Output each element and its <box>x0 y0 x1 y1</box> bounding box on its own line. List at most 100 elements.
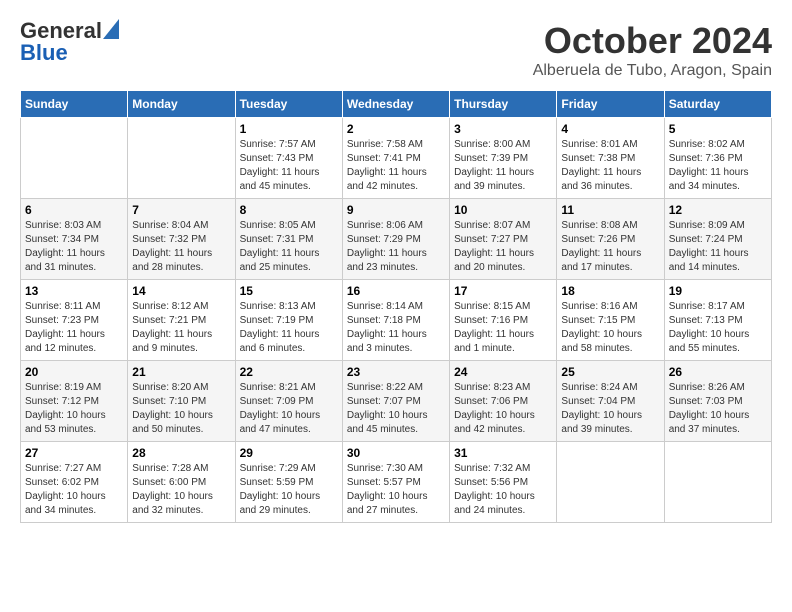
calendar-day-cell: 15 Sunrise: 8:13 AMSunset: 7:19 PMDayligh… <box>235 280 342 361</box>
day-info: Sunrise: 7:28 AMSunset: 6:00 PMDaylight:… <box>132 462 230 518</box>
month-title: October 2024 <box>533 20 772 62</box>
day-info: Sunrise: 8:15 AMSunset: 7:16 PMDaylight:… <box>454 300 552 356</box>
calendar-day-cell: 30Sunrise: 7:30 AMSunset: 5:57 PMDayligh… <box>342 442 449 523</box>
day-info: Sunrise: 8:03 AMSunset: 7:34 PMDaylight:… <box>25 219 123 275</box>
calendar-week-row: 6 Sunrise: 8:03 AMSunset: 7:34 PMDaylight… <box>21 199 772 280</box>
day-info: Sunrise: 8:02 AMSunset: 7:36 PMDaylight:… <box>669 138 767 194</box>
calendar-day-cell <box>664 442 771 523</box>
calendar-day-cell: 24 Sunrise: 8:23 AMSunset: 7:06 PMDayligh… <box>450 361 557 442</box>
day-number: 20 <box>25 365 123 379</box>
calendar-day-cell: 28 Sunrise: 7:28 AMSunset: 6:00 PMDayligh… <box>128 442 235 523</box>
day-info: Sunrise: 8:20 AMSunset: 7:10 PMDaylight:… <box>132 381 230 437</box>
day-of-week-header: Sunday <box>21 91 128 118</box>
calendar-day-cell <box>128 118 235 199</box>
day-number: 15 <box>240 284 338 298</box>
day-info: Sunrise: 8:24 AMSunset: 7:04 PMDaylight:… <box>561 381 659 437</box>
day-number: 18 <box>561 284 659 298</box>
day-number: 13 <box>25 284 123 298</box>
day-info: Sunrise: 8:07 AMSunset: 7:27 PMDaylight:… <box>454 219 552 275</box>
calendar-day-cell: 26 Sunrise: 8:26 AMSunset: 7:03 PMDayligh… <box>664 361 771 442</box>
day-number: 2 <box>347 122 445 136</box>
title-block: October 2024 Alberuela de Tubo, Aragon, … <box>533 20 772 80</box>
day-info: Sunrise: 8:09 AMSunset: 7:24 PMDaylight:… <box>669 219 767 275</box>
day-info: Sunrise: 8:13 AMSunset: 7:19 PMDaylight:… <box>240 300 338 356</box>
day-info: Sunrise: 8:23 AMSunset: 7:06 PMDaylight:… <box>454 381 552 437</box>
day-info: Sunrise: 8:26 AMSunset: 7:03 PMDaylight:… <box>669 381 767 437</box>
day-of-week-header: Saturday <box>664 91 771 118</box>
calendar-day-cell: 8Sunrise: 8:05 AMSunset: 7:31 PMDaylight… <box>235 199 342 280</box>
day-number: 26 <box>669 365 767 379</box>
day-of-week-header: Tuesday <box>235 91 342 118</box>
calendar-day-cell: 11 Sunrise: 8:08 AMSunset: 7:26 PMDayligh… <box>557 199 664 280</box>
calendar-day-cell: 1Sunrise: 7:57 AMSunset: 7:43 PMDaylight… <box>235 118 342 199</box>
day-number: 31 <box>454 446 552 460</box>
day-number: 28 <box>132 446 230 460</box>
day-number: 1 <box>240 122 338 136</box>
day-number: 16 <box>347 284 445 298</box>
day-number: 12 <box>669 203 767 217</box>
day-info: Sunrise: 8:12 AMSunset: 7:21 PMDaylight:… <box>132 300 230 356</box>
calendar-day-cell: 29Sunrise: 7:29 AMSunset: 5:59 PMDayligh… <box>235 442 342 523</box>
day-number: 4 <box>561 122 659 136</box>
day-number: 3 <box>454 122 552 136</box>
page-header: General Blue October 2024 Alberuela de T… <box>20 20 772 80</box>
day-info: Sunrise: 8:11 AMSunset: 7:23 PMDaylight:… <box>25 300 123 356</box>
day-info: Sunrise: 8:22 AMSunset: 7:07 PMDaylight:… <box>347 381 445 437</box>
day-number: 6 <box>25 203 123 217</box>
calendar-day-cell <box>21 118 128 199</box>
day-info: Sunrise: 8:08 AMSunset: 7:26 PMDaylight:… <box>561 219 659 275</box>
day-number: 24 <box>454 365 552 379</box>
calendar-week-row: 27 Sunrise: 7:27 AMSunset: 6:02 PMDayligh… <box>21 442 772 523</box>
location-subtitle: Alberuela de Tubo, Aragon, Spain <box>533 62 772 80</box>
calendar-day-cell: 22 Sunrise: 8:21 AMSunset: 7:09 PMDayligh… <box>235 361 342 442</box>
day-number: 30 <box>347 446 445 460</box>
calendar-day-cell: 2Sunrise: 7:58 AMSunset: 7:41 PMDaylight… <box>342 118 449 199</box>
logo-general: General <box>20 20 102 42</box>
calendar-day-cell: 4 Sunrise: 8:01 AMSunset: 7:38 PMDaylight… <box>557 118 664 199</box>
calendar-day-cell: 5 Sunrise: 8:02 AMSunset: 7:36 PMDaylight… <box>664 118 771 199</box>
day-info: Sunrise: 8:00 AMSunset: 7:39 PMDaylight:… <box>454 138 552 194</box>
day-number: 10 <box>454 203 552 217</box>
day-number: 25 <box>561 365 659 379</box>
calendar-day-cell: 12 Sunrise: 8:09 AMSunset: 7:24 PMDayligh… <box>664 199 771 280</box>
day-info: Sunrise: 8:05 AMSunset: 7:31 PMDaylight:… <box>240 219 338 275</box>
day-number: 14 <box>132 284 230 298</box>
day-number: 11 <box>561 203 659 217</box>
day-number: 22 <box>240 365 338 379</box>
calendar-day-cell: 18Sunrise: 8:16 AMSunset: 7:15 PMDayligh… <box>557 280 664 361</box>
day-number: 17 <box>454 284 552 298</box>
logo-blue: Blue <box>20 42 68 64</box>
day-of-week-header: Wednesday <box>342 91 449 118</box>
calendar-day-cell: 23 Sunrise: 8:22 AMSunset: 7:07 PMDayligh… <box>342 361 449 442</box>
calendar-day-cell: 6 Sunrise: 8:03 AMSunset: 7:34 PMDaylight… <box>21 199 128 280</box>
calendar-day-cell: 7 Sunrise: 8:04 AMSunset: 7:32 PMDaylight… <box>128 199 235 280</box>
day-info: Sunrise: 8:06 AMSunset: 7:29 PMDaylight:… <box>347 219 445 275</box>
day-of-week-header: Monday <box>128 91 235 118</box>
calendar-day-cell: 27 Sunrise: 7:27 AMSunset: 6:02 PMDayligh… <box>21 442 128 523</box>
calendar-header-row: SundayMondayTuesdayWednesdayThursdayFrid… <box>21 91 772 118</box>
day-info: Sunrise: 8:17 AMSunset: 7:13 PMDaylight:… <box>669 300 767 356</box>
calendar-day-cell <box>557 442 664 523</box>
calendar-day-cell: 20 Sunrise: 8:19 AMSunset: 7:12 PMDayligh… <box>21 361 128 442</box>
day-number: 27 <box>25 446 123 460</box>
calendar-week-row: 20 Sunrise: 8:19 AMSunset: 7:12 PMDayligh… <box>21 361 772 442</box>
day-info: Sunrise: 8:04 AMSunset: 7:32 PMDaylight:… <box>132 219 230 275</box>
day-number: 23 <box>347 365 445 379</box>
calendar-day-cell: 13 Sunrise: 8:11 AMSunset: 7:23 PMDayligh… <box>21 280 128 361</box>
day-info: Sunrise: 7:29 AMSunset: 5:59 PMDaylight:… <box>240 462 338 518</box>
day-info: Sunrise: 8:21 AMSunset: 7:09 PMDaylight:… <box>240 381 338 437</box>
calendar-day-cell: 25 Sunrise: 8:24 AMSunset: 7:04 PMDayligh… <box>557 361 664 442</box>
day-of-week-header: Thursday <box>450 91 557 118</box>
calendar-day-cell: 21Sunrise: 8:20 AMSunset: 7:10 PMDayligh… <box>128 361 235 442</box>
day-info: Sunrise: 8:14 AMSunset: 7:18 PMDaylight:… <box>347 300 445 356</box>
calendar-day-cell: 16 Sunrise: 8:14 AMSunset: 7:18 PMDayligh… <box>342 280 449 361</box>
day-info: Sunrise: 7:32 AMSunset: 5:56 PMDaylight:… <box>454 462 552 518</box>
day-info: Sunrise: 8:01 AMSunset: 7:38 PMDaylight:… <box>561 138 659 194</box>
day-number: 5 <box>669 122 767 136</box>
day-info: Sunrise: 7:27 AMSunset: 6:02 PMDaylight:… <box>25 462 123 518</box>
day-number: 7 <box>132 203 230 217</box>
day-info: Sunrise: 8:19 AMSunset: 7:12 PMDaylight:… <box>25 381 123 437</box>
calendar-day-cell: 31 Sunrise: 7:32 AMSunset: 5:56 PMDayligh… <box>450 442 557 523</box>
calendar-day-cell: 10 Sunrise: 8:07 AMSunset: 7:27 PMDayligh… <box>450 199 557 280</box>
calendar-day-cell: 3 Sunrise: 8:00 AMSunset: 7:39 PMDaylight… <box>450 118 557 199</box>
